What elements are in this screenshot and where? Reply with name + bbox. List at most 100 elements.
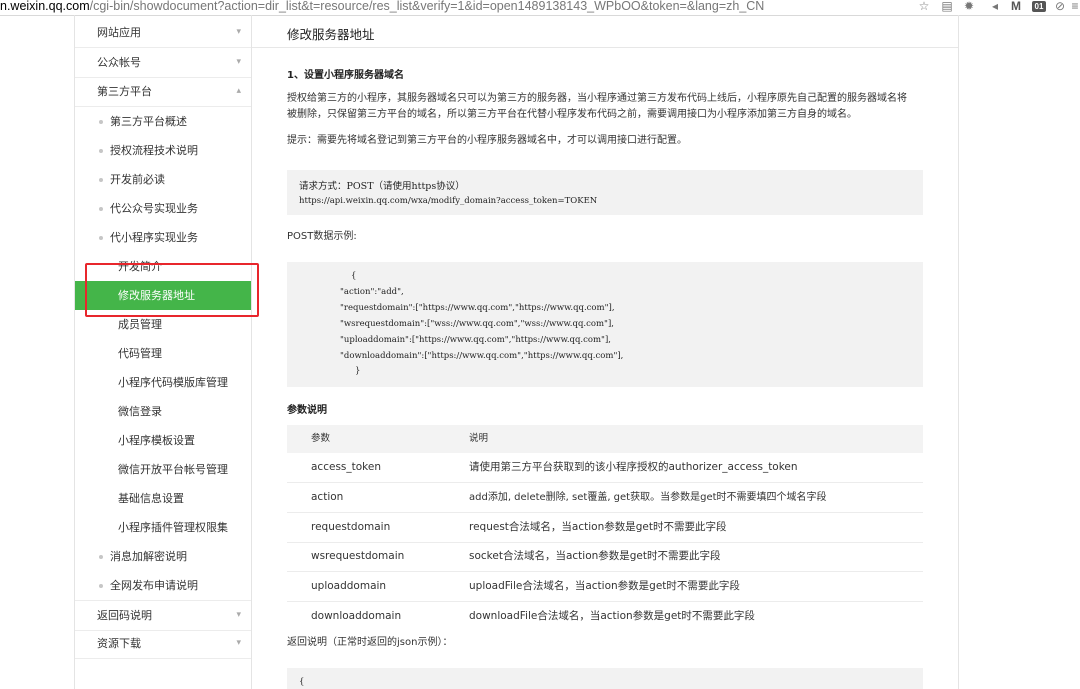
table-row: uploaddomain uploadFile合法域名，当action参数是ge…	[287, 572, 923, 602]
table-header-cell: 参数	[311, 433, 331, 444]
extension-icon[interactable]: ⊘	[1053, 0, 1067, 13]
code-line: {	[351, 271, 357, 281]
gear-icon[interactable]: ✹	[962, 0, 976, 13]
bullet-icon	[99, 178, 103, 182]
sidebar-item-release-application[interactable]: 全网发布申请说明	[75, 571, 251, 600]
sidebar-item-label: 全网发布申请说明	[110, 579, 198, 592]
sidebar-item-label: 网站应用	[97, 26, 141, 39]
sidebar-item-template-library[interactable]: 小程序代码模版库管理	[75, 368, 251, 397]
code-line: "uploaddomain":["https://www.qq.com","ht…	[340, 335, 611, 345]
sidebar-item-label: 代公众号实现业务	[110, 202, 198, 215]
request-url: https://api.weixin.qq.com/wxa/modify_dom…	[299, 196, 598, 206]
bullet-icon	[99, 149, 103, 153]
sidebar-item-template-settings[interactable]: 小程序模板设置	[75, 426, 251, 455]
sidebar-item-third-party-platform[interactable]: 第三方平台 ▴	[75, 77, 251, 107]
star-icon[interactable]: ☆	[917, 0, 931, 13]
sidebar-item-plugin-permissions[interactable]: 小程序插件管理权限集	[75, 513, 251, 542]
url-host: n.weixin.qq.com	[0, 0, 90, 13]
param-name: requestdomain	[311, 521, 391, 533]
sidebar-item-label: 授权流程技术说明	[110, 144, 198, 157]
url-path: /cgi-bin/showdocument?action=dir_list&t=…	[89, 0, 765, 13]
table-header-row: 参数 说明	[287, 425, 923, 453]
sidebar-item-message-encryption[interactable]: 消息加解密说明	[75, 542, 251, 571]
sidebar-item-label: 公众帐号	[97, 56, 141, 69]
code-line: "downloaddomain":["https://www.qq.com","…	[340, 351, 624, 361]
sidebar-item-before-dev[interactable]: 开发前必读	[75, 165, 251, 194]
annotation-highlight-box	[85, 263, 259, 317]
title-divider	[252, 47, 958, 48]
paragraph-line: 被删除，只保留第三方平台的域名，所以第三方平台在代替小程序发布代码之前，需要调用…	[287, 109, 857, 120]
post-example-code-block: { "action":"add", "requestdomain":["http…	[287, 262, 923, 387]
param-description: socket合法域名，当action参数是get时不需要此字段	[469, 550, 721, 562]
table-row: access_token 请使用第三方平台获取到的该小程序授权的authoriz…	[287, 453, 923, 483]
sidebar-item-label: 小程序模板设置	[118, 434, 195, 447]
tip-text: 提示：需要先将域名登记到第三方平台的小程序服务器域名中，才可以调用接口进行配置。	[287, 135, 687, 146]
sidebar-item-wechat-login[interactable]: 微信登录	[75, 397, 251, 426]
sidebar-item-label: 第三方平台	[97, 85, 152, 98]
code-line: "wsrequestdomain":["wss://www.qq.com","w…	[340, 319, 614, 329]
param-name: access_token	[311, 461, 381, 473]
table-header-cell: 说明	[469, 433, 489, 444]
sidebar-item-label: 小程序插件管理权限集	[118, 521, 228, 534]
sidebar-item-label: 代码管理	[118, 347, 162, 360]
sidebar-item-label: 微信登录	[118, 405, 162, 418]
code-line: "action":"add",	[340, 287, 404, 297]
sidebar-item-miniprogram-business[interactable]: 代小程序实现业务	[75, 223, 251, 252]
chevron-down-icon: ▾	[236, 27, 241, 37]
document-icon[interactable]: ▤	[940, 0, 954, 13]
sidebar-item-label: 基础信息设置	[118, 492, 184, 505]
bullet-icon	[99, 584, 103, 588]
sidebar-item-return-codes[interactable]: 返回码说明 ▾	[75, 600, 251, 631]
param-description: add添加, delete删除, set覆盖, get获取。当参数是get时不需…	[469, 492, 827, 503]
sidebar-item-label: 第三方平台概述	[110, 115, 187, 128]
sidebar-item-label: 消息加解密说明	[110, 550, 187, 563]
sidebar-item-code-management[interactable]: 代码管理	[75, 339, 251, 368]
sidebar-item-official-accounts[interactable]: 公众帐号 ▾	[75, 48, 251, 78]
param-name: wsrequestdomain	[311, 550, 405, 562]
sidebar-item-open-platform-account[interactable]: 微信开放平台帐号管理	[75, 455, 251, 484]
sidebar-item-downloads[interactable]: 资源下载 ▾	[75, 629, 251, 659]
url-text[interactable]: n.weixin.qq.com/cgi-bin/showdocument?act…	[0, 0, 764, 15]
code-line: "requestdomain":["https://www.qq.com","h…	[340, 303, 615, 313]
chevron-down-icon: ▾	[236, 610, 241, 620]
return-example-code-block: {	[287, 668, 923, 689]
sidebar-item-label: 开发前必读	[110, 173, 165, 186]
page-title: 修改服务器地址	[287, 27, 375, 42]
table-row: wsrequestdomain socket合法域名，当action参数是get…	[287, 542, 923, 572]
sidebar-divider	[251, 15, 252, 689]
sidebar-item-label: 小程序代码模版库管理	[118, 376, 228, 389]
bullet-icon	[99, 555, 103, 559]
chevron-up-icon: ▴	[236, 86, 241, 96]
sidebar-item-label: 微信开放平台帐号管理	[118, 463, 228, 476]
code-line: {	[299, 677, 305, 687]
request-code-block: 请求方式：POST（请使用https协议） https://api.weixin…	[287, 170, 923, 215]
chevron-down-icon: ▾	[236, 57, 241, 67]
sidebar-item-official-account-business[interactable]: 代公众号实现业务	[75, 194, 251, 223]
chevron-down-icon: ▾	[236, 638, 241, 648]
menu-icon[interactable]: ≡	[1068, 0, 1080, 13]
param-name: action	[311, 491, 344, 503]
param-description: request合法域名，当action参数是get时不需要此字段	[469, 521, 727, 533]
sidebar-item-website-apps[interactable]: 网站应用 ▾	[75, 18, 251, 48]
browser-address-bar[interactable]: n.weixin.qq.com/cgi-bin/showdocument?act…	[0, 0, 1080, 16]
bullet-icon	[99, 120, 103, 124]
params-heading: 参数说明	[287, 405, 327, 416]
sidebar-item-platform-overview[interactable]: 第三方平台概述	[75, 107, 251, 136]
section-heading: 1、设置小程序服务器域名	[287, 70, 404, 81]
param-description: downloadFile合法域名，当action参数是get时不需要此字段	[469, 610, 755, 622]
bullet-icon	[99, 207, 103, 211]
param-name: uploaddomain	[311, 580, 387, 592]
sidebar-item-auth-flow[interactable]: 授权流程技术说明	[75, 136, 251, 165]
sidebar-item-label: 资源下载	[97, 637, 141, 650]
mail-icon[interactable]: M	[1009, 0, 1023, 13]
param-description: uploadFile合法域名，当action参数是get时不需要此字段	[469, 580, 740, 592]
request-method: 请求方式：POST（请使用https协议）	[299, 181, 465, 192]
post-example-label: POST数据示例:	[287, 231, 357, 242]
sidebar-item-basic-info[interactable]: 基础信息设置	[75, 484, 251, 513]
extension-badge[interactable]: 01	[1032, 1, 1046, 12]
page-right-border	[958, 15, 959, 689]
param-name: downloaddomain	[311, 610, 402, 622]
code-line: }	[355, 366, 361, 376]
arrow-icon[interactable]: ◂	[988, 0, 1002, 13]
sidebar-item-label: 返回码说明	[97, 609, 152, 622]
